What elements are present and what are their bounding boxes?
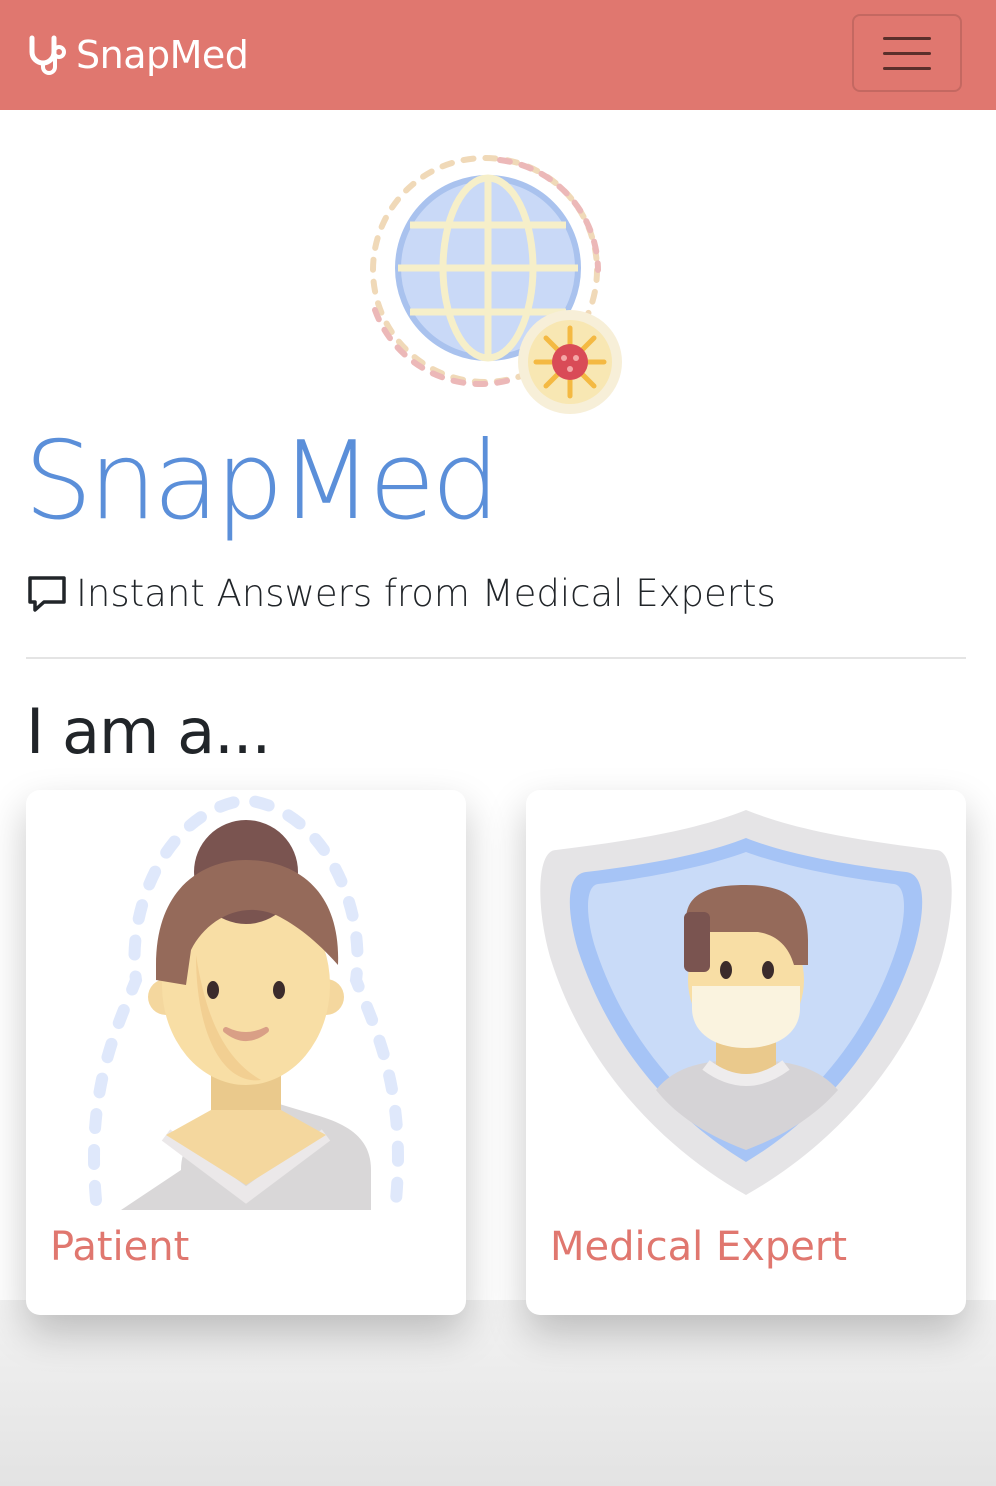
brand-name: SnapMed	[76, 33, 249, 77]
navbar: SnapMed	[0, 0, 996, 110]
medical-expert-card-label: Medical Expert	[550, 1224, 848, 1270]
role-heading: I am a...	[26, 695, 271, 768]
stethoscope-icon	[29, 35, 66, 75]
page-bottom	[0, 1300, 996, 1486]
menu-toggle-button[interactable]	[852, 14, 962, 92]
chat-bubble-icon	[28, 575, 66, 612]
patient-card-label: Patient	[50, 1224, 190, 1270]
hamburger-menu-icon	[883, 36, 931, 40]
female-patient-icon	[88, 793, 404, 1210]
hero-title: SnapMed	[24, 419, 500, 544]
tagline: Instant Answers from Medical Experts	[26, 572, 776, 615]
patient-card[interactable]: Patient	[26, 790, 466, 1315]
doctor-shield-icon	[540, 810, 952, 1195]
medical-expert-card[interactable]: Medical Expert	[526, 790, 966, 1315]
globe-virus-icon	[370, 155, 622, 414]
tagline-text: Instant Answers from Medical Experts	[76, 572, 776, 615]
brand-link[interactable]: SnapMed	[26, 30, 249, 80]
divider	[26, 657, 966, 659]
